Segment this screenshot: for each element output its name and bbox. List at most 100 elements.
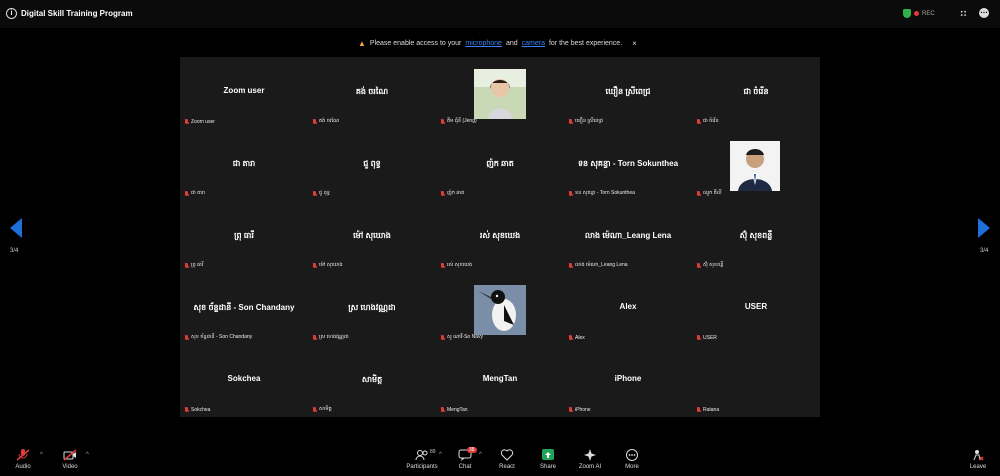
participant-label-text: MengTan bbox=[447, 407, 468, 413]
participant-label-text: ជា ចំរើន bbox=[703, 118, 719, 124]
page-indicator-left: 3/4 bbox=[10, 248, 19, 254]
participant-name-label: MengTan bbox=[440, 407, 468, 413]
react-button[interactable]: React bbox=[487, 440, 527, 470]
participant-tile[interactable]: Ratana bbox=[692, 345, 820, 417]
participant-label-text: ជា តារា bbox=[191, 190, 206, 196]
participant-tile[interactable]: iPhone iPhone bbox=[564, 345, 692, 417]
participant-name-label: ញ៉ក ឆាត bbox=[440, 190, 464, 197]
participant-tile[interactable]: ជា តារា ជា តារា bbox=[180, 129, 308, 201]
leave-label: Leave bbox=[969, 464, 987, 470]
participants-count: 89 bbox=[430, 449, 436, 455]
view-grid-icon[interactable] bbox=[960, 10, 967, 17]
participant-display-name: ជា តារា bbox=[232, 159, 256, 168]
video-options-chevron-icon[interactable]: ^ bbox=[86, 452, 89, 458]
participant-display-name: ស្រ ហេងវណ្ណដា bbox=[348, 303, 396, 312]
participant-name-label: ស្រ ហេងវណ្ណដា bbox=[312, 334, 349, 341]
participant-label-text: Zoom user bbox=[191, 119, 215, 125]
video-label: Video bbox=[62, 464, 78, 470]
chat-badge: 38 bbox=[467, 447, 477, 453]
participant-display-name: MengTan bbox=[482, 374, 518, 383]
participant-tile[interactable]: Zoom user Zoom user bbox=[180, 57, 308, 129]
participant-label-text: ស៊ុំ សុខពន្លឺ bbox=[703, 262, 724, 268]
participant-tile[interactable]: ស៊ុំ សុខពន្លឺ ស៊ុំ សុខពន្លឺ bbox=[692, 201, 820, 273]
audio-options-chevron-icon[interactable]: ^ bbox=[40, 452, 43, 458]
participant-name-label: ម៉ៅ សុឃោង bbox=[312, 262, 343, 269]
participant-display-name: ជា ចំរើន bbox=[743, 87, 769, 96]
more-options-icon[interactable]: … bbox=[979, 7, 989, 18]
participant-display-name: Zoom user bbox=[223, 86, 265, 95]
next-page-arrow-icon[interactable] bbox=[978, 218, 990, 238]
more-button[interactable]: More bbox=[612, 440, 652, 470]
recording-indicator[interactable]: REC bbox=[903, 9, 935, 18]
participant-tile[interactable]: ព្រុ ធារី ព្រុ ធារី bbox=[180, 201, 308, 273]
participant-tile[interactable]: ញ៉ក ឆាត ញ៉ក ឆាត bbox=[436, 129, 564, 201]
microphone-link[interactable]: microphone bbox=[465, 40, 502, 47]
camera-link[interactable]: camera bbox=[522, 40, 545, 47]
participant-label-text: ឈួក គីលី bbox=[703, 190, 722, 196]
previous-page-arrow-icon[interactable] bbox=[10, 218, 22, 238]
participant-display-name: Alex bbox=[619, 302, 637, 311]
participant-tile[interactable]: ជួ ពុទ្ធ ជួ ពុទ្ធ bbox=[308, 129, 436, 201]
participant-tile[interactable]: ជា ចំរើន ជា ចំរើន bbox=[692, 57, 820, 129]
participant-label-text: Alex bbox=[575, 335, 585, 341]
participant-tile[interactable]: ម៉ៅ សុឃោង ម៉ៅ សុឃោង bbox=[308, 201, 436, 273]
participant-tile[interactable]: សាមិត្ត សាមិត្ត bbox=[308, 345, 436, 417]
participant-label-text: USER bbox=[703, 335, 717, 341]
participant-name-label: រស់ សុខឃេង bbox=[440, 262, 472, 269]
participant-tile[interactable]: ឈួក គីលី bbox=[692, 129, 820, 201]
participants-button[interactable]: Participants bbox=[401, 440, 443, 470]
participant-tile[interactable]: Alex Alex bbox=[564, 273, 692, 345]
participant-display-name: រស់ សុខឃេង bbox=[479, 231, 521, 240]
participant-display-name: គង់ ចរណៃ bbox=[355, 87, 389, 96]
participant-label-text: សាមិត្ត bbox=[319, 406, 332, 412]
participant-tile[interactable]: Sokchea Sokchea bbox=[180, 345, 308, 417]
audio-label: Audio bbox=[15, 464, 31, 470]
participant-tile[interactable]: ឃឿន ស្រីពេជ្រ ឃឿន ស្រីពេជ្រ bbox=[564, 57, 692, 129]
participant-video bbox=[474, 69, 526, 124]
participant-name-label: សាមិត្ត bbox=[312, 406, 332, 413]
notice-text-after: for the best experience. bbox=[548, 40, 623, 47]
participant-label-text: ទន សុគន្ធា - Torn Sokunthea bbox=[575, 190, 635, 196]
participants-icon bbox=[415, 449, 429, 461]
leave-button[interactable]: Leave bbox=[958, 440, 998, 470]
zoom-ai-button[interactable]: Zoom AI bbox=[570, 440, 610, 470]
video-button[interactable]: Video bbox=[50, 440, 90, 470]
participant-tile[interactable]: គីម ជុំនី (Jeng) bbox=[436, 57, 564, 129]
close-icon[interactable]: × bbox=[632, 39, 637, 48]
zoom-ai-label: Zoom AI bbox=[578, 464, 602, 470]
info-icon[interactable]: i bbox=[6, 8, 17, 19]
participant-label-text: ជួ ពុទ្ធ bbox=[319, 190, 330, 196]
participant-tile[interactable]: USER USER bbox=[692, 273, 820, 345]
chat-label: Chat bbox=[458, 464, 472, 470]
muted-mic-icon bbox=[568, 118, 573, 125]
rec-label: REC bbox=[922, 10, 935, 17]
participant-tile[interactable]: រស់ សុខឃេង រស់ សុខឃេង bbox=[436, 201, 564, 273]
participants-label: Participants bbox=[406, 464, 438, 470]
participant-tile[interactable]: MengTan MengTan bbox=[436, 345, 564, 417]
participant-name-label: ជួ ពុទ្ធ bbox=[312, 190, 330, 197]
participant-tile[interactable]: គង់ ចរណៃ គង់ ចរណៃ bbox=[308, 57, 436, 129]
participant-tile[interactable]: ស្រ ហេងវណ្ណដា ស្រ ហេងវណ្ណដា bbox=[308, 273, 436, 345]
participant-name-label: ជា ចំរើន bbox=[696, 118, 719, 125]
participant-label-text: លាង ម៉េណា_Leang Lena bbox=[575, 262, 628, 268]
participant-label-text: គង់ ចរណៃ bbox=[319, 118, 340, 124]
participant-label-text: គីម ជុំនី (Jeng) bbox=[447, 118, 477, 124]
participant-tile[interactable]: សុខ ច័ន្ទដានី - Son Chandany សុខ ច័ន្ទដាន… bbox=[180, 273, 308, 345]
participant-name-label: ទន សុគន្ធា - Torn Sokunthea bbox=[568, 190, 635, 197]
chat-chevron-icon[interactable]: ^ bbox=[479, 452, 482, 458]
participant-tile[interactable]: សួ ណាវី-So Navy bbox=[436, 273, 564, 345]
meeting-title[interactable]: i Digital Skill Training Program bbox=[6, 8, 133, 19]
participant-tile[interactable]: លាង ម៉េណា_Leang Lena លាង ម៉េណា_Leang Lena bbox=[564, 201, 692, 273]
audio-button[interactable]: Audio bbox=[3, 440, 43, 470]
participant-name-label: Zoom user bbox=[184, 119, 215, 125]
share-screen-icon bbox=[541, 449, 555, 461]
participant-tile[interactable]: ទន សុគន្ធា - Torn Sokunthea ទន សុគន្ធា - … bbox=[564, 129, 692, 201]
muted-mic-icon bbox=[312, 190, 317, 197]
participant-label-text: រស់ សុខឃេង bbox=[447, 262, 473, 268]
muted-mic-icon bbox=[696, 262, 701, 269]
share-button[interactable]: Share bbox=[528, 440, 568, 470]
participants-chevron-icon[interactable]: ^ bbox=[439, 452, 442, 458]
participant-display-name: USER bbox=[744, 302, 768, 311]
participant-label-text: ម៉ៅ សុឃោង bbox=[319, 262, 343, 268]
more-label: More bbox=[625, 464, 639, 470]
